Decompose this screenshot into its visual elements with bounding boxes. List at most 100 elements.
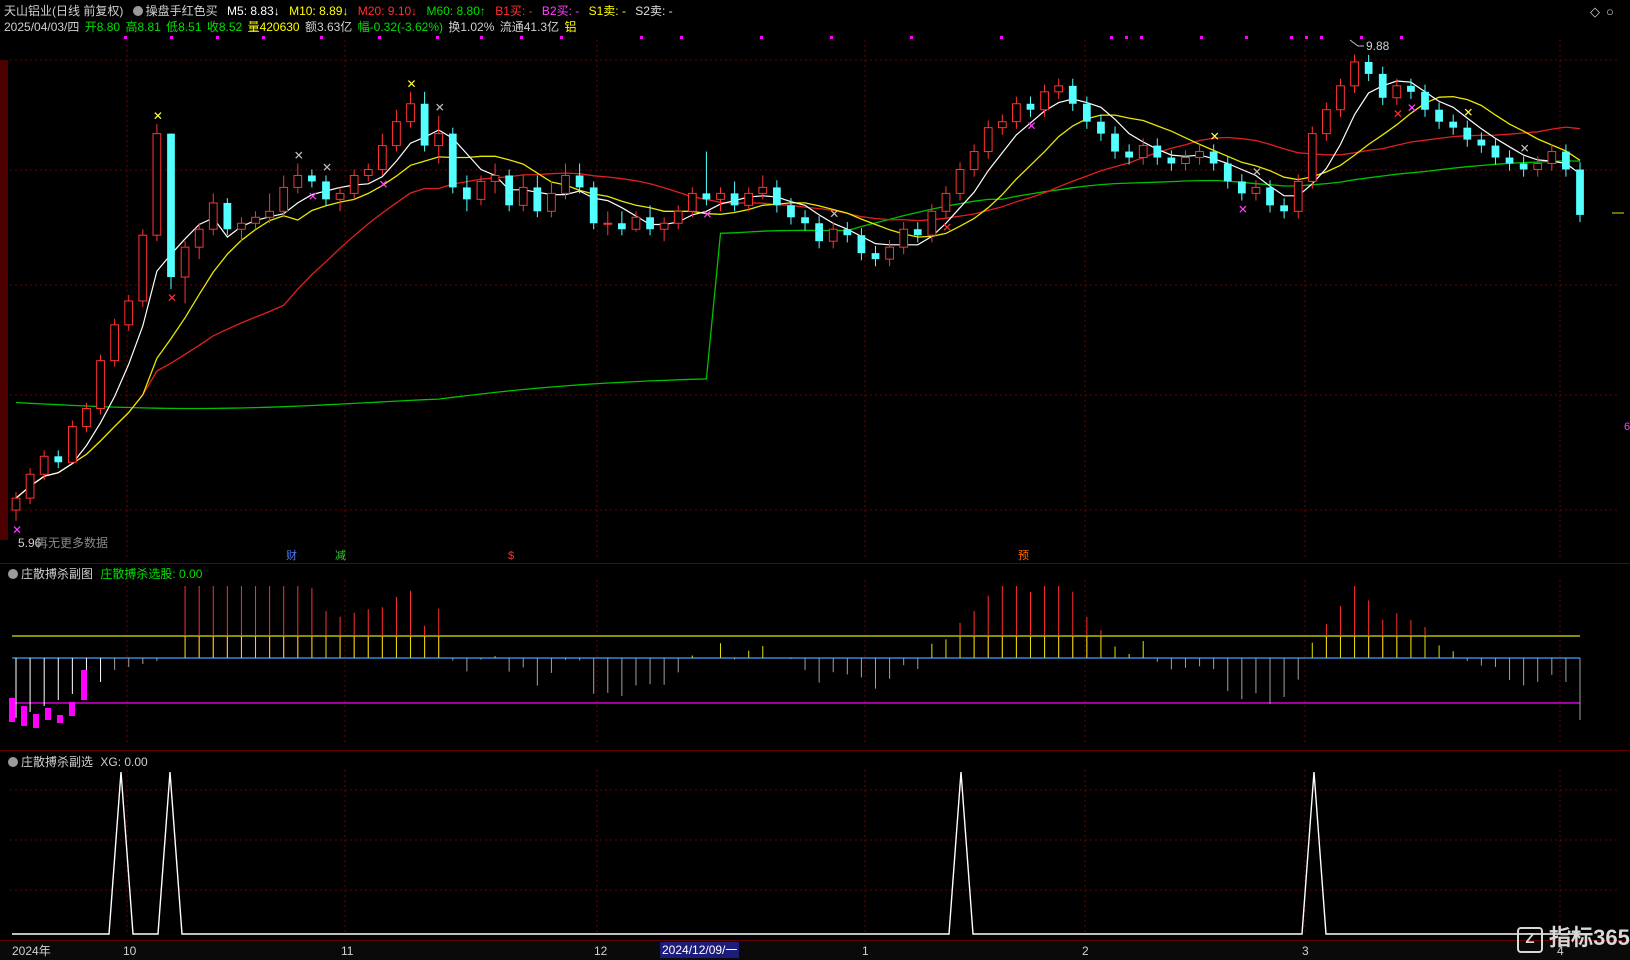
- sub2-grid: [10, 770, 1620, 935]
- sub2-value: XG: 0.00: [100, 755, 148, 769]
- sub2-settings-icon[interactable]: [8, 757, 18, 767]
- candle-body: [1209, 151, 1218, 164]
- signal-dot: [1360, 36, 1363, 39]
- signal-x-marker: ✕: [942, 220, 952, 234]
- signal-dot: [320, 36, 323, 39]
- candle-body: [1097, 121, 1105, 134]
- candle-body: [1012, 103, 1021, 123]
- candle-body: [110, 324, 120, 362]
- brand-z-icon: Z: [1517, 927, 1543, 953]
- signal-dot: [640, 36, 643, 39]
- candle-body: [997, 121, 1007, 129]
- signal-x-marker: ✕: [153, 109, 163, 123]
- candle-body: [1251, 186, 1261, 194]
- signal-x-marker: ✕: [1393, 107, 1403, 121]
- event-mark-dollar[interactable]: $: [506, 550, 516, 563]
- candle-body: [730, 193, 739, 206]
- candle-body: [377, 145, 387, 170]
- candle-body: [39, 455, 49, 475]
- candle-body: [561, 174, 570, 194]
- candle-body: [349, 174, 359, 194]
- candle-body: [1449, 121, 1458, 128]
- signal-x-marker: ✕: [1520, 141, 1530, 155]
- sub1-bars: [9, 586, 1581, 728]
- signal-dot: [1200, 36, 1203, 39]
- candle-body: [167, 133, 175, 278]
- candle-body: [871, 253, 880, 260]
- event-mark-forecast[interactable]: 预: [1016, 550, 1031, 563]
- x-label-dec: 12: [594, 944, 608, 958]
- signal-dot: [1110, 36, 1113, 39]
- main-candlestick-chart[interactable]: ✕✕✕✕✕✕✕✕✕✕ ✕✕✕✕✕✕✕ ✕ ✕✕ 9.88 5.96 再无更多数据 6: [0, 0, 1630, 562]
- sub1-magenta-block: [57, 715, 63, 723]
- candle-body: [687, 192, 697, 212]
- candle-body: [406, 103, 415, 123]
- sub2-title[interactable]: 庄散搏杀副选: [21, 755, 93, 769]
- event-mark-reduce[interactable]: 减: [333, 550, 348, 563]
- candle-body: [67, 425, 77, 463]
- candle-body: [758, 186, 768, 194]
- candle-body: [801, 217, 809, 224]
- candle-body: [1322, 109, 1331, 135]
- x-axis-bar: 2024年 10 11 12 2024/12/09/一 1 2 3 4: [0, 942, 1630, 960]
- signal-x-marker: ✕: [1026, 119, 1036, 133]
- candle-body: [194, 228, 204, 248]
- event-mark-finance[interactable]: 财: [284, 550, 299, 563]
- candle-body: [265, 210, 274, 218]
- signal-x-marker: ✕: [1238, 203, 1248, 217]
- candle-body: [983, 127, 993, 153]
- candle-body: [490, 174, 500, 182]
- signal-x-marker: ✕: [378, 177, 388, 191]
- signal-dot: [1320, 36, 1323, 39]
- candle-body: [420, 103, 429, 146]
- sub1-magenta-block: [69, 702, 75, 716]
- signal-dot: [910, 36, 913, 39]
- signal-dot: [1290, 36, 1293, 39]
- candle-body: [237, 222, 246, 230]
- candle-body: [617, 223, 626, 230]
- sub1-title[interactable]: 庄散搏杀副图: [21, 567, 93, 581]
- candle-body: [1307, 133, 1317, 182]
- signal-x-marker: ✕: [1463, 105, 1473, 119]
- candle-body: [1195, 151, 1204, 159]
- candle-body: [885, 246, 894, 260]
- candle-body: [1181, 157, 1190, 165]
- candle-body: [11, 497, 21, 511]
- candle-body: [955, 168, 965, 194]
- signal-dot: [216, 36, 219, 39]
- candle-body: [1111, 133, 1119, 152]
- candle-body: [1026, 103, 1035, 110]
- candle-body: [308, 175, 316, 182]
- signal-dot: [1140, 36, 1143, 39]
- signal-x-marker: ✕: [829, 207, 839, 221]
- candle-body: [518, 186, 528, 206]
- candle-body: [547, 192, 556, 212]
- separator-1: [0, 563, 1630, 564]
- signal-x-marker: ✕: [12, 523, 22, 537]
- candle-body: [1491, 145, 1500, 158]
- signal-dot: [830, 36, 833, 39]
- candle-body: [857, 235, 866, 254]
- sub1-title-row: 庄散搏杀副图 庄散搏杀选股: 0.00: [8, 567, 202, 581]
- x-label-2024: 2024年: [12, 944, 51, 958]
- signal-x-marker: ✕: [308, 189, 318, 203]
- candle-body: [772, 187, 781, 206]
- candle-body: [223, 202, 232, 230]
- candle-body: [54, 456, 63, 463]
- signal-x-marker: ✕: [435, 101, 445, 115]
- candle-body: [913, 229, 922, 236]
- candle-body: [927, 210, 937, 236]
- candle-body: [603, 222, 613, 225]
- candle-body: [1082, 103, 1091, 122]
- sub1-value: 庄散搏杀选股: 0.00: [100, 567, 203, 581]
- candle-body: [279, 186, 289, 212]
- signal-dot: [680, 36, 683, 39]
- candle-body: [293, 174, 303, 188]
- sub1-settings-icon[interactable]: [8, 569, 18, 579]
- signal-dot: [1400, 36, 1403, 39]
- signal-x-marker: ✕: [1252, 165, 1262, 179]
- signal-dots-row: [124, 36, 1403, 39]
- candle-body: [1068, 85, 1077, 104]
- signal-dot: [378, 36, 381, 39]
- signal-x-marker: ✕: [702, 207, 712, 221]
